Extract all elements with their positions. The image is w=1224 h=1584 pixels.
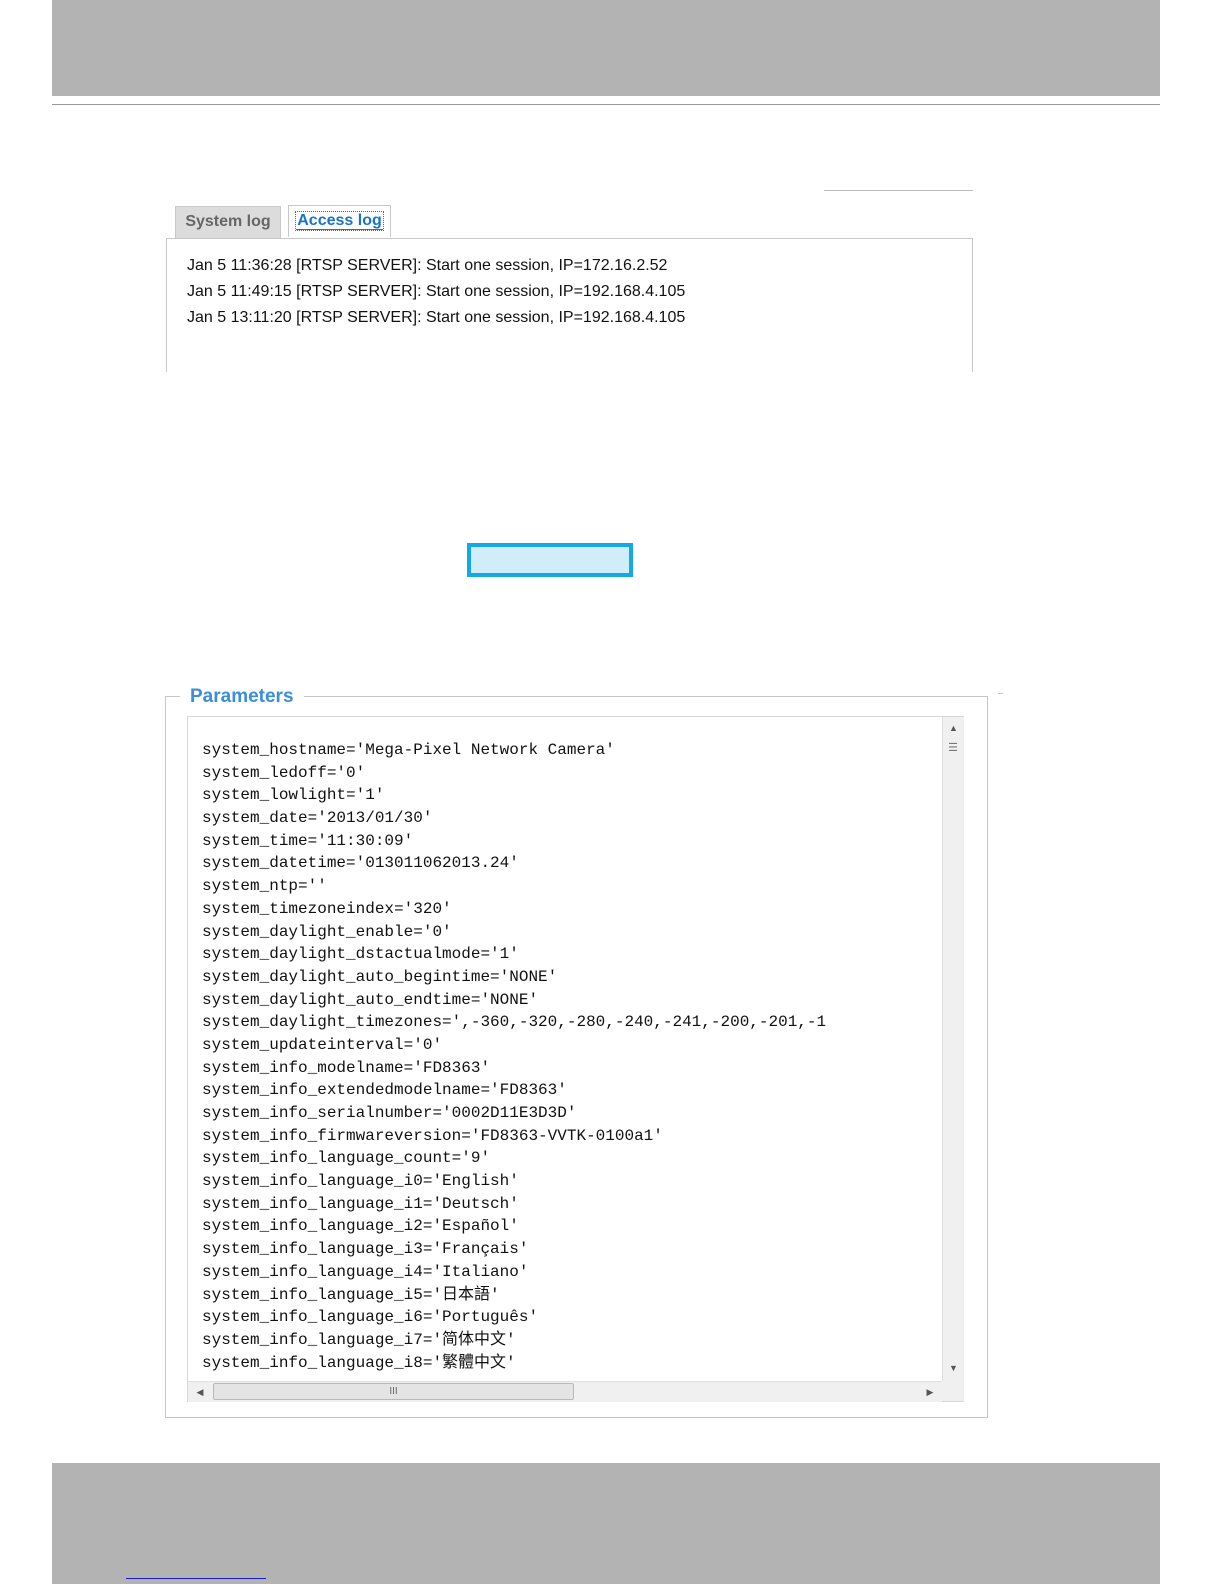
parameter-line: system_ntp='' [202,877,327,896]
parameter-line: system_ledoff='0' [202,763,366,782]
parameter-line: system_info_serialnumber='0002D11E3D3D' [202,1104,577,1122]
scroll-left-icon[interactable]: ◀ [190,1382,210,1402]
parameter-line: system_info_language_count='9' [202,1149,491,1168]
page-header-band [52,0,1160,96]
parameters-legend: Parameters [180,686,304,708]
log-entry: Jan 5 11:49:15 [RTSP SERVER]: Start one … [187,283,686,300]
log-entry: Jan 5 13:11:20 [RTSP SERVER]: Start one … [187,309,686,326]
parameter-line: system_daylight_enable='0' [202,922,452,941]
parameter-line: system_datetime='013011062013.24' [202,854,519,873]
footer-link-underline[interactable] [126,1578,266,1579]
parameter-line: system_info_modelname='FD8363' [202,1058,491,1077]
highlighted-button[interactable] [467,543,633,577]
parameter-line: system_daylight_timezones=',-360,-320,-2… [202,1013,827,1032]
log-entry: Jan 5 11:36:28 [RTSP SERVER]: Start one … [187,257,668,274]
parameter-line: system_info_firmwareversion='FD8363-VVTK… [202,1126,663,1145]
parameter-line: system_lowlight='1' [202,786,385,805]
parameter-line: system_timezoneindex='320' [202,899,452,918]
scrollbar-corner [942,1381,964,1401]
access-log-panel: Jan 5 11:36:28 [RTSP SERVER]: Start one … [166,238,973,372]
parameter-line: system_info_language_i4='Italiano' [202,1262,529,1281]
scroll-down-icon[interactable]: ▼ [943,1359,964,1377]
horizontal-scroll-thumb[interactable]: III [213,1383,574,1400]
decorative-tick [998,693,1003,694]
parameter-line: system_info_language_i7='简体中文' [202,1330,516,1349]
scroll-up-icon[interactable]: ▲ [943,719,964,737]
parameter-line: system_daylight_auto_begintime='NONE' [202,967,558,986]
parameters-text-area[interactable]: system_hostname='Mega-Pixel Network Came… [187,716,964,1402]
parameter-line: system_info_extendedmodelname='FD8363' [202,1081,567,1100]
parameter-line: system_daylight_auto_endtime='NONE' [202,990,539,1009]
header-divider [52,104,1160,105]
parameter-line: system_info_language_i2='Español' [202,1217,519,1236]
parameter-line: system_hostname='Mega-Pixel Network Came… [202,741,615,759]
parameter-line: system_updateinterval='0' [202,1035,443,1054]
tab-access-log[interactable]: Access log [288,205,391,237]
parameter-line: system_time='11:30:09' [202,831,414,850]
parameter-line: system_daylight_dstactualmode='1' [202,945,519,964]
parameter-line: system_date='2013/01/30' [202,809,433,828]
vertical-scrollbar[interactable]: ▲ ☰ ▼ [942,717,964,1382]
parameter-line: system_info_language_i5='日本語' [202,1285,500,1304]
tab-system-log-label: System log [185,213,271,230]
tab-access-log-label: Access log [295,211,384,231]
parameters-list: system_hostname='Mega-Pixel Network Came… [202,739,942,1374]
parameter-line: system_info_language_i8='繁體中文' [202,1353,516,1372]
parameter-line: system_info_language_i6='Português' [202,1308,539,1327]
scroll-thumb-icon[interactable]: ☰ [945,741,961,755]
horizontal-scrollbar[interactable]: ◀ III ▶ [188,1381,942,1402]
thumb-grip: III [389,1386,398,1397]
page-footer-band [52,1463,1160,1584]
parameter-line: system_info_language_i3='Français' [202,1240,529,1259]
tab-system-log[interactable]: System log [175,206,281,238]
parameter-line: system_info_language_i1='Deutsch' [202,1194,519,1213]
scroll-right-icon[interactable]: ▶ [920,1382,940,1402]
decorative-rule [824,190,973,191]
parameter-line: system_info_language_i0='English' [202,1172,519,1191]
